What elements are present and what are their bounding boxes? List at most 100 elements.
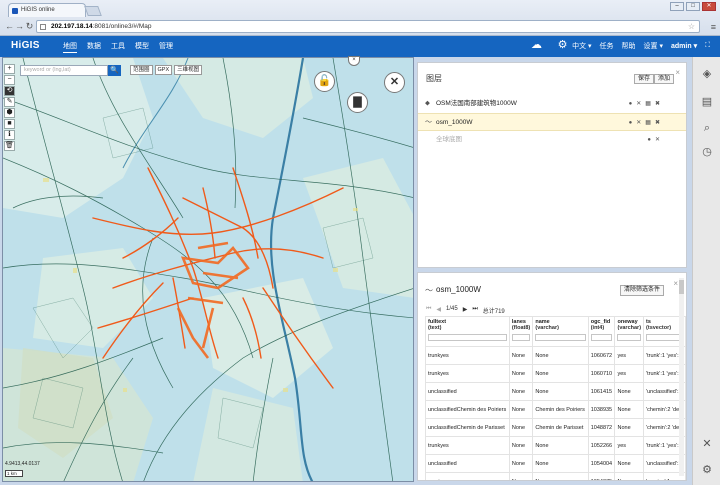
- close-icon[interactable]: ×: [675, 68, 680, 77]
- column-filter-input[interactable]: [646, 334, 683, 341]
- visibility-icon[interactable]: ●: [647, 131, 651, 149]
- remove-icon[interactable]: ✕: [636, 95, 641, 113]
- first-page-icon[interactable]: ⏮: [426, 306, 431, 315]
- visibility-icon[interactable]: ●: [629, 114, 633, 132]
- rotate-button[interactable]: ⟲: [4, 86, 15, 96]
- unlock-icon[interactable]: 🔓: [314, 71, 335, 92]
- layer-item[interactable]: 全球底图 ● ✕: [418, 131, 686, 149]
- draw-polygon-button[interactable]: ⬢: [4, 108, 15, 118]
- layer-ops: ● ✕ ▦ ✖: [629, 95, 660, 113]
- scrollbar-thumb[interactable]: [679, 280, 684, 294]
- visibility-icon[interactable]: ●: [629, 95, 633, 113]
- info-button[interactable]: ℹ: [4, 130, 15, 140]
- column-filter-input[interactable]: [617, 334, 642, 341]
- settings-icon[interactable]: ⚙: [700, 463, 714, 477]
- new-tab-button[interactable]: [84, 6, 102, 16]
- table-row[interactable]: unclassified None None 1061415 None'unclassi…: [425, 382, 686, 401]
- table-cell: None: [508, 382, 534, 401]
- table-list-icon[interactable]: ▤: [700, 95, 714, 109]
- maximize-icon[interactable]: □: [686, 2, 700, 11]
- fullscreen-icon[interactable]: ⛶: [705, 42, 710, 50]
- clear-filter-button[interactable]: 清除筛选条件: [620, 285, 665, 296]
- nav-map[interactable]: 地图: [63, 41, 77, 53]
- nav-admin[interactable]: 管理: [159, 41, 173, 53]
- nav-data[interactable]: 数据: [87, 41, 101, 53]
- prev-page-icon[interactable]: ◀: [436, 306, 441, 315]
- table-row[interactable]: trunkyes None None 1060672 yes'trunk':1 'yes…: [425, 346, 686, 365]
- table-row[interactable]: unclassifiedChemin de Parisset None Chemin…: [425, 418, 686, 437]
- table-cell: None: [614, 382, 645, 401]
- column-filter-input[interactable]: [590, 334, 613, 341]
- tasks-link[interactable]: 任务: [600, 41, 614, 51]
- range-tool-button[interactable]: 范围圈: [130, 65, 153, 75]
- collapse-icon[interactable]: ✕: [700, 437, 714, 451]
- analysis-icon[interactable]: ◷: [700, 145, 714, 159]
- map-view[interactable]: [2, 57, 414, 482]
- column-filter-input[interactable]: [535, 334, 586, 341]
- settings-menu[interactable]: 设置 ▾: [644, 41, 663, 51]
- address-bar[interactable]: 202.197.18.14:8081/online3/#/Map ☆: [36, 20, 700, 33]
- gpx-button[interactable]: GPX: [154, 65, 173, 75]
- zoom-in-button[interactable]: +: [4, 64, 15, 74]
- column-header[interactable]: lanes (float8): [508, 316, 534, 347]
- search-icon[interactable]: 🔍: [108, 65, 121, 76]
- nav-model[interactable]: 模型: [135, 41, 149, 53]
- pager: ⏮ ◀ 1/45 ▶ ⏭ 总计719: [426, 306, 505, 315]
- upload-cloud-icon[interactable]: ☁: [530, 39, 543, 52]
- close-window-icon[interactable]: ✕: [702, 2, 716, 11]
- browser-menu-icon[interactable]: ≡: [711, 22, 716, 32]
- close-tools-icon[interactable]: ✕: [384, 72, 405, 93]
- draw-line-button[interactable]: ✎: [4, 97, 15, 107]
- column-filter-input[interactable]: [428, 334, 507, 341]
- table-row[interactable]: trunkyes None None 1052266 yes'trunk':1 'yes…: [425, 436, 686, 455]
- language-menu[interactable]: 中文 ▾: [572, 41, 591, 51]
- table-cell: None: [532, 364, 589, 383]
- remove-icon[interactable]: ✕: [655, 131, 660, 149]
- map-search-input[interactable]: keyword or (lng,lat): [20, 65, 108, 76]
- layer-item[interactable]: ⬥ OSM法国南部建筑物1000W ● ✕ ▦ ✖: [418, 95, 686, 113]
- column-filter-input[interactable]: [511, 334, 531, 341]
- app-logo[interactable]: HiGIS: [11, 40, 40, 51]
- delete-button[interactable]: 🗑: [4, 141, 15, 151]
- remove-icon[interactable]: ✕: [636, 114, 641, 132]
- minimize-icon[interactable]: –: [670, 2, 684, 11]
- search-icon[interactable]: ⌕: [700, 121, 714, 135]
- total-count: 总计719: [482, 309, 505, 315]
- column-header[interactable]: fulltext (text): [425, 316, 510, 347]
- coordinate-readout: 4.9413,44.0137: [5, 461, 40, 467]
- user-menu[interactable]: admin ▾: [671, 42, 697, 50]
- save-button[interactable]: 保存: [634, 74, 655, 84]
- gear-icon[interactable]: ⚙: [556, 39, 569, 52]
- help-link[interactable]: 帮助: [622, 41, 636, 51]
- table-cell: None: [532, 472, 589, 480]
- last-page-icon[interactable]: ⏭: [472, 306, 477, 315]
- column-header[interactable]: ogc_fid (int4): [587, 316, 616, 347]
- column-header[interactable]: oneway (varchar): [614, 316, 645, 347]
- app-header: HiGIS 地图 数据 工具 模型 管理 ☁ ⚙ 中文 ▾ 任务 帮助 设置 ▾…: [0, 36, 720, 57]
- line-icon: 〜: [425, 119, 432, 126]
- vertical-scrollbar[interactable]: [679, 278, 684, 476]
- table-row[interactable]: serviceNoneNone1054375None'service':1: [425, 472, 686, 480]
- table-icon[interactable]: ▦: [645, 114, 651, 132]
- draw-rectangle-button[interactable]: ■: [4, 119, 15, 129]
- layer-item-selected[interactable]: 〜 osm_1000W ● ✕ ▦ ✖: [418, 113, 686, 131]
- next-page-icon[interactable]: ▶: [463, 306, 468, 315]
- 3d-view-button[interactable]: 三维视图: [174, 65, 203, 75]
- browser-tab[interactable]: HiGIS online: [8, 3, 86, 17]
- column-header[interactable]: name (varchar): [532, 316, 589, 347]
- settings-icon[interactable]: ✖: [655, 114, 660, 132]
- table-row[interactable]: unclassifiedChemin des Poiriers None Chemi…: [425, 400, 686, 419]
- table-cell: yes: [614, 346, 645, 365]
- zoom-out-button[interactable]: −: [4, 75, 15, 85]
- add-layer-button[interactable]: 添加: [654, 74, 675, 84]
- bookmark-star-icon[interactable]: ☆: [688, 21, 695, 33]
- reload-button[interactable]: ↻: [24, 21, 35, 32]
- close-icon[interactable]: ×: [673, 279, 678, 288]
- settings-icon[interactable]: ✖: [655, 95, 660, 113]
- table-icon[interactable]: ▦: [645, 95, 651, 113]
- table-row[interactable]: trunkyes None None 1060710 yes'trunk':1 'yes…: [425, 364, 686, 383]
- nav-tools[interactable]: 工具: [111, 41, 125, 53]
- layers-stack-icon[interactable]: ◈: [700, 67, 714, 81]
- folder-icon[interactable]: ▇: [347, 92, 368, 113]
- table-row[interactable]: unclassified None None 1054004 None'unclassi…: [425, 454, 686, 473]
